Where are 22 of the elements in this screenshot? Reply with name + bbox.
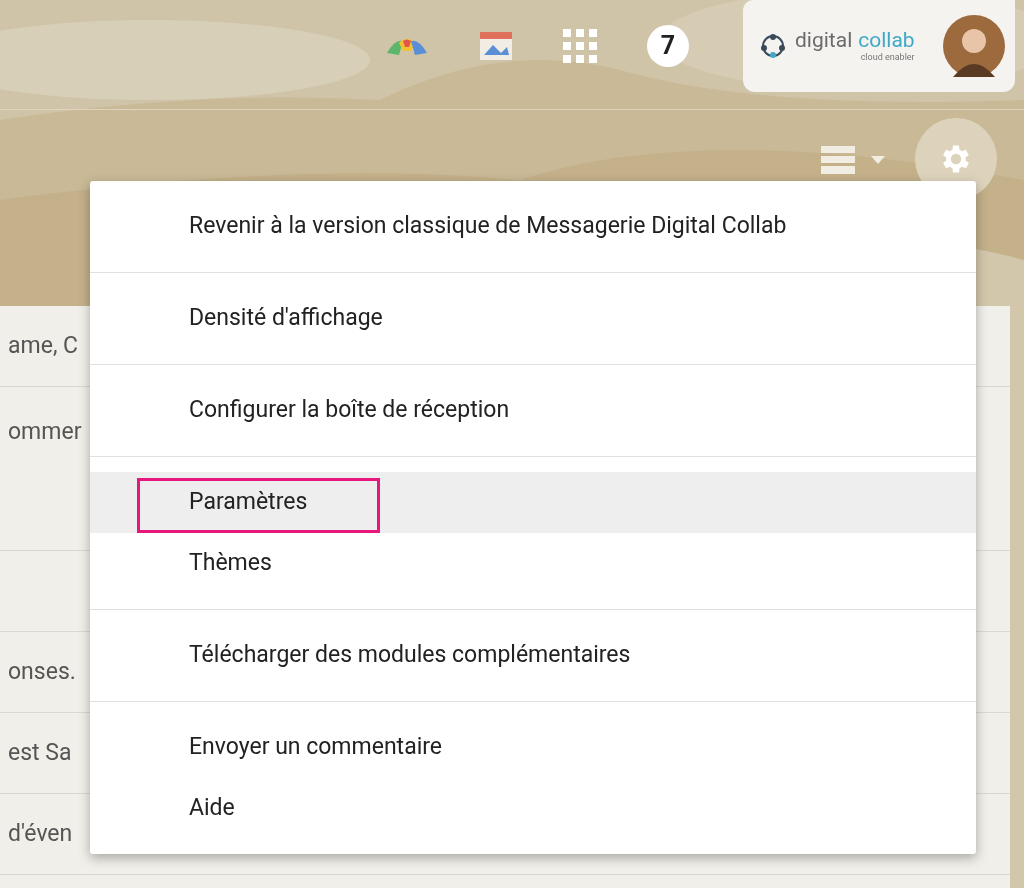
account-card[interactable]: digital collab cloud enabler: [743, 0, 1015, 92]
menu-item[interactable]: Densité d'affichage: [90, 288, 976, 349]
menu-item[interactable]: Configurer la boîte de réception: [90, 380, 976, 441]
mail-row-text[interactable]: d'éven: [0, 816, 73, 852]
app-grid-icon[interactable]: [563, 28, 597, 63]
menu-item[interactable]: Thèmes: [90, 533, 976, 594]
mail-row-text[interactable]: ommer: [0, 415, 82, 450]
brand-tagline: cloud enabler: [860, 53, 915, 62]
mail-row-text[interactable]: est Sa: [0, 735, 72, 771]
logo-icon: [761, 34, 785, 58]
menu-item[interactable]: Aide: [90, 778, 976, 839]
menu-item[interactable]: Envoyer un commentaire: [90, 717, 976, 778]
menu-item[interactable]: Revenir à la version classique de Messagerie Digital Collab: [90, 196, 976, 257]
caret-icon[interactable]: [871, 156, 885, 164]
menu-item[interactable]: Télécharger des modules complémentaires: [90, 625, 976, 686]
mail-row-text[interactable]: onses.: [0, 654, 76, 690]
density-icon[interactable]: [821, 146, 855, 174]
brand-name: digital collab: [795, 30, 915, 51]
calendar-icon[interactable]: [479, 30, 513, 61]
menu-item[interactable]: Paramètres: [90, 472, 976, 533]
mail-row-text[interactable]: ame, C: [0, 328, 79, 364]
avatar[interactable]: [943, 15, 1005, 77]
